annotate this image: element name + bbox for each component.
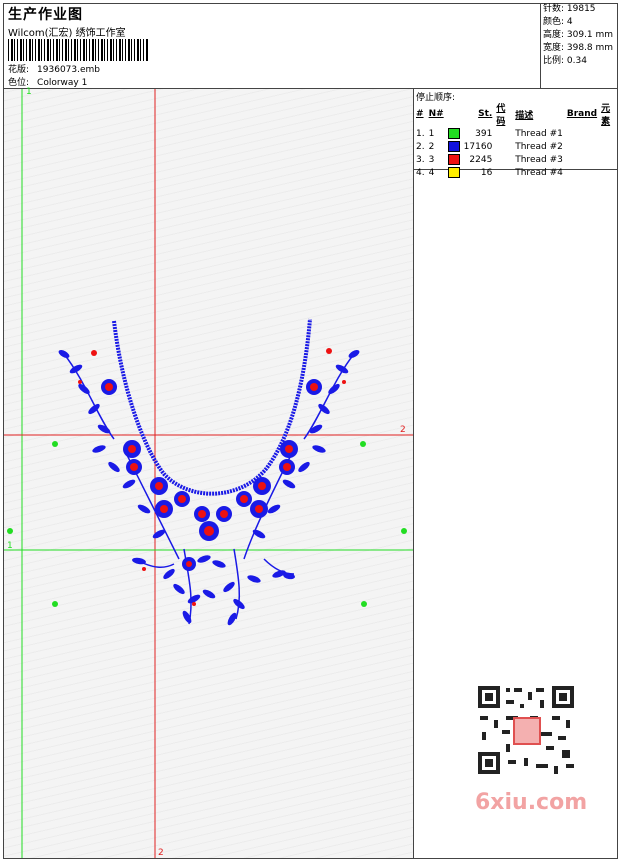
row-swatch [446,166,462,179]
row-description: Thread #2 [515,141,563,152]
row-stitches: 2245 [469,154,493,165]
row-code [494,127,513,140]
stats-panel: 针数: 19815 颜色: 4 高度: 309.1 mm 宽度: 398.8 m… [540,3,618,89]
color-swatch [447,141,460,152]
row-index: 4. [416,167,425,178]
file-row: 花版: 1936073.emb [8,62,100,75]
legend-table: # N# St. 代码 描述 Brand 元素 1. 1 391 Thread … [414,101,618,179]
colorway-value: Colorway 1 [37,78,88,88]
legend-header-row: # N# St. 代码 描述 Brand 元素 [414,101,618,127]
file-label: 花版: [8,65,30,75]
header-left: 生产作业图 Wilcom(汇宏) 绣饰工作室 花版: 1936073.emb 色位… [5,3,540,89]
accent-dots [78,348,346,606]
row-code [494,153,513,166]
embroidery-preview [4,89,413,858]
color-swatch [447,167,460,178]
row-brand [565,153,599,166]
file-value: 1936073.emb [37,65,101,75]
legend-row: 1. 1 391 Thread #1 [414,127,618,140]
row-code [494,166,513,179]
panel-divider [413,89,414,858]
barcode [8,39,148,61]
row-swatch [446,127,462,140]
flower-clusters [101,379,322,571]
row-element [599,140,618,153]
row-brand [565,166,599,179]
row-description: Thread #3 [515,154,563,165]
col-code: 代码 [496,104,506,127]
col-description: 描述 [515,110,534,121]
qr-code-image [470,680,582,780]
guide-label-v1: 1 [26,87,32,97]
col-color [446,101,462,127]
row-stitches: 16 [480,167,493,178]
row-element [599,127,618,140]
qr-code[interactable] [470,680,582,808]
row-index: 1. [416,128,425,139]
legend-row: 3. 3 2245 Thread #3 [414,153,618,166]
stat-colors: 颜色: 4 [543,17,573,27]
watermark-text: 6xiu.com [475,790,588,815]
col-brand: Brand [566,109,598,119]
row-index: 2. [416,141,425,152]
guide-label-h1: 1 [7,541,13,551]
col-stitches: St. [478,109,493,119]
studio-name: Wilcom(汇宏) 绣饰工作室 [8,28,126,39]
stat-stitches: 针数: 19815 [543,4,596,14]
stat-height: 高度: 309.1 mm [543,30,614,40]
legend-row: 4. 4 16 Thread #4 [414,166,618,179]
row-stitches: 391 [475,128,493,139]
colorway-row: 色位: Colorway 1 [8,75,87,88]
col-index: # [416,109,424,119]
col-element: 元素 [601,104,611,127]
thread-legend: 停止顺序: # N# St. 代码 描述 Brand 元素 1. 1 391 T… [414,89,618,178]
row-number: 3 [428,154,435,165]
legend-row: 2. 2 17160 Thread #2 [414,140,618,153]
row-brand [565,127,599,140]
row-brand [565,140,599,153]
row-description: Thread #4 [515,167,563,178]
row-swatch [446,153,462,166]
qr-logo [513,717,541,745]
row-index: 3. [416,154,425,165]
row-element [599,166,618,179]
col-number: N# [428,109,444,119]
color-swatch [447,154,460,165]
row-swatch [446,140,462,153]
design-canvas [4,89,413,858]
guide-label-v2: 2 [158,848,164,858]
row-number: 1 [428,128,435,139]
row-stitches: 17160 [463,141,493,152]
row-number: 2 [428,141,435,152]
page-title: 生产作业图 [8,7,83,23]
row-number: 4 [428,167,435,178]
stat-width: 宽度: 398.8 mm [543,43,614,53]
row-element [599,153,618,166]
row-code [494,140,513,153]
row-description: Thread #1 [515,128,563,139]
guide-label-h2: 2 [400,425,406,435]
color-swatch [447,128,460,139]
stat-scale: 比例: 0.34 [543,56,587,66]
